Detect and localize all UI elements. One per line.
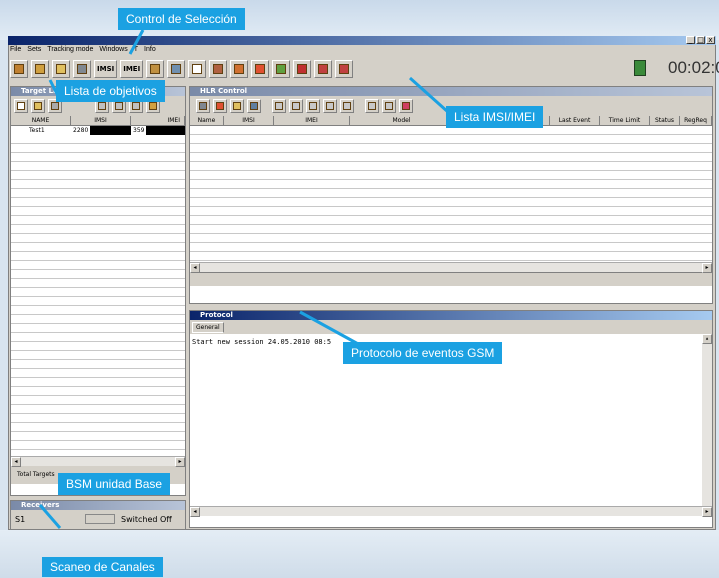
pointer-imsi	[408, 76, 450, 114]
callout-scaneo: Scaneo de Canales	[42, 557, 163, 577]
pointer-scaneo	[38, 504, 62, 529]
callout-protocolo: Protocolo de eventos GSM	[343, 342, 503, 364]
pointer-protocolo	[299, 310, 361, 347]
callout-bsm: BSM unidad Base	[58, 473, 171, 495]
callout-lista-objetivos: Lista de objetivos	[56, 80, 165, 102]
pointer-control	[128, 29, 145, 55]
callout-control-seleccion: Control de Selección	[118, 8, 245, 30]
callout-lista-imsi: Lista IMSI/IMEI	[446, 106, 544, 128]
